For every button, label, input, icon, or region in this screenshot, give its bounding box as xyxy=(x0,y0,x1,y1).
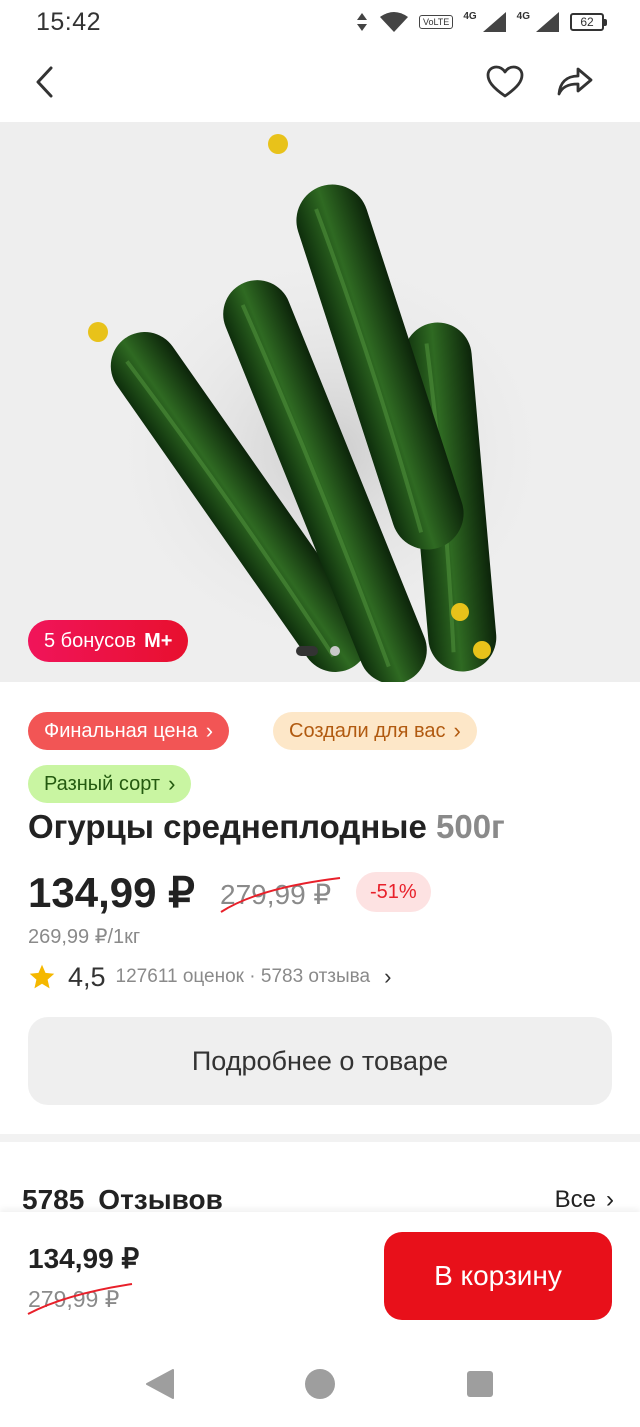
heart-icon xyxy=(486,65,524,98)
back-arrow-icon xyxy=(36,66,53,98)
nav-home-icon[interactable] xyxy=(305,1369,335,1399)
final-price-chip[interactable]: Финальная цена › xyxy=(28,712,230,750)
product-title: Огурцы среднеплодные 500г xyxy=(28,808,505,846)
chip-label: Разный сорт xyxy=(44,772,161,795)
back-button[interactable] xyxy=(22,58,66,106)
made-for-you-chip[interactable]: Создали для вас › xyxy=(273,712,477,750)
network-type-2: 4G xyxy=(516,10,530,22)
price-row: 134,99 ₽ 279,99 ₽ -51% xyxy=(28,866,628,920)
network-type-1: 4G xyxy=(463,10,477,22)
gallery-pagination xyxy=(296,646,340,656)
star-icon xyxy=(29,964,55,989)
section-divider xyxy=(0,1134,640,1142)
status-time: 15:42 xyxy=(36,7,102,36)
buy-bar-old-price: 279,99 ₽ xyxy=(28,1286,120,1312)
battery-icon: 62 xyxy=(570,13,607,31)
chevron-right-icon: › xyxy=(606,1186,614,1213)
pagination-dot-active[interactable] xyxy=(296,646,318,656)
chevron-right-icon: › xyxy=(168,771,176,796)
nav-back-icon[interactable] xyxy=(145,1368,175,1400)
chevron-right-icon: › xyxy=(205,718,214,743)
chevron-right-icon: › xyxy=(453,718,461,743)
share-icon xyxy=(557,67,593,96)
product-gallery[interactable]: 5 бонусов М+ xyxy=(0,122,640,682)
product-screen: 15:42 VoLTE 4G 4G 62 5 бонусов М+ Финаль… xyxy=(0,0,640,1427)
top-nav xyxy=(0,48,640,118)
old-price: 279,99 ₽ xyxy=(220,879,332,910)
product-weight: 500г xyxy=(436,808,505,845)
favorite-button[interactable] xyxy=(482,58,528,106)
signal-icon xyxy=(482,12,506,32)
all-reviews-link[interactable]: Все › xyxy=(555,1186,614,1214)
chip-label: Создали для вас xyxy=(289,719,446,742)
signal-icon xyxy=(536,12,559,32)
product-details-button[interactable]: Подробнее о товаре xyxy=(28,1017,612,1105)
rating-score: 4,5 xyxy=(68,961,106,992)
volte-icon: VoLTE xyxy=(418,15,454,29)
system-nav-bar xyxy=(0,1342,640,1427)
all-reviews-label: Все xyxy=(554,1186,596,1213)
buy-bar-price: 134,99 ₽ xyxy=(28,1243,140,1274)
nav-recents-icon[interactable] xyxy=(467,1371,493,1397)
share-button[interactable] xyxy=(552,58,598,106)
bonus-text: 5 бонусов xyxy=(44,629,137,652)
bonus-brand-logo: М+ xyxy=(144,629,173,652)
rating-row[interactable]: 4,5 127611 оценок · 5783 отзыва › xyxy=(28,958,468,996)
bonus-badge[interactable]: 5 бонусов М+ xyxy=(28,620,189,662)
product-name: Огурцы среднеплодные xyxy=(28,808,427,845)
chip-label: Финальная цена xyxy=(44,719,198,742)
data-arrows-icon xyxy=(356,13,367,31)
system-icons: VoLTE 4G 4G 62 xyxy=(355,10,607,33)
product-photo xyxy=(88,134,560,682)
buy-bar: 134,99 ₽ 279,99 ₽ В корзину xyxy=(0,1212,640,1342)
discount-badge: -51% xyxy=(356,872,431,912)
battery-level: 62 xyxy=(580,15,594,29)
chevron-right-icon: › xyxy=(384,964,392,989)
add-to-cart-button[interactable]: В корзину xyxy=(384,1232,612,1320)
variety-chip[interactable]: Разный сорт › xyxy=(28,765,192,803)
current-price: 134,99 ₽ xyxy=(28,869,195,916)
unit-price: 269,99 ₽/1кг xyxy=(28,926,141,948)
status-bar: 15:42 VoLTE 4G 4G 62 xyxy=(0,0,640,44)
rating-meta: 127611 оценок · 5783 отзыва xyxy=(115,966,371,987)
pagination-dot[interactable] xyxy=(330,646,340,656)
wifi-icon xyxy=(379,12,408,32)
